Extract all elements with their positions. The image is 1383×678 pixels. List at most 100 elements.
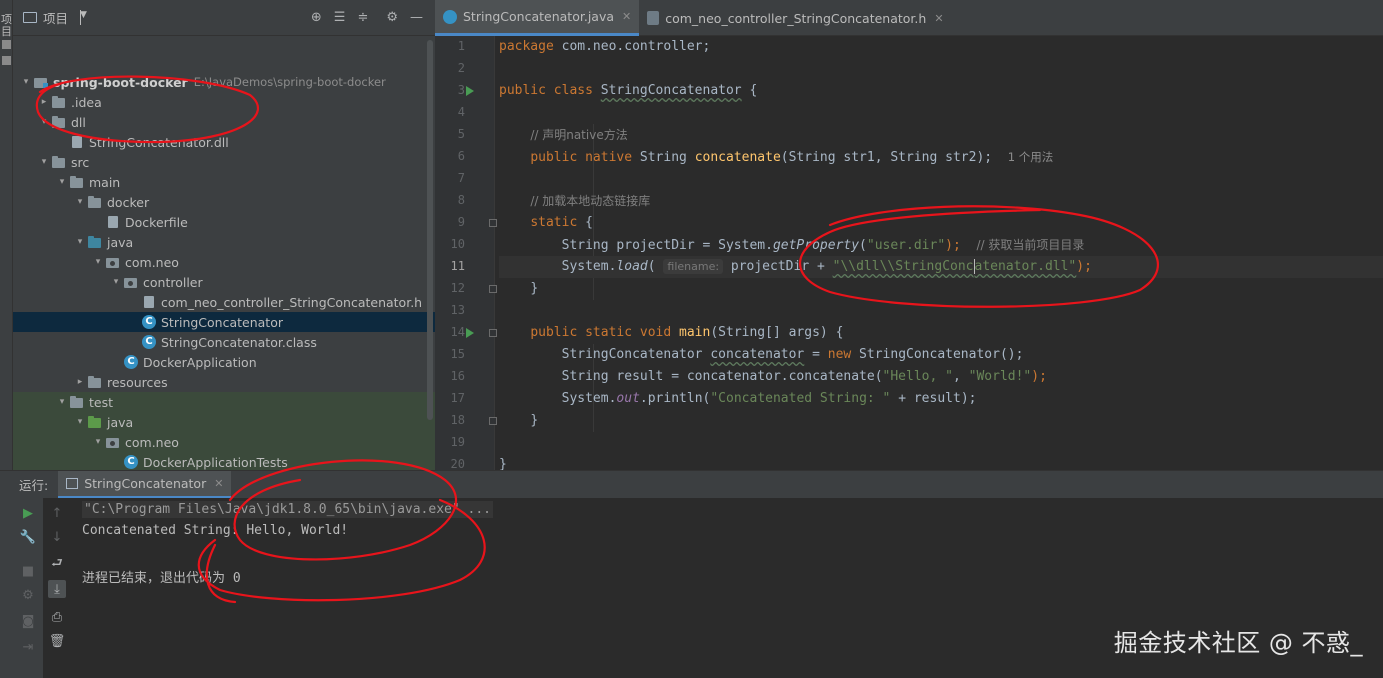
- tree-item[interactable]: ▾ com.neo: [13, 432, 435, 452]
- code-line-12: }: [530, 281, 539, 296]
- soft-wrap-icon[interactable]: ⮐: [48, 556, 66, 574]
- close-icon[interactable]: ✕: [622, 10, 631, 23]
- exit-icon[interactable]: ⇥: [19, 638, 37, 656]
- project-panel-title[interactable]: 项目: [43, 8, 68, 27]
- tree-item[interactable]: ▸ .idea: [13, 92, 435, 112]
- tree-item-label: dll: [71, 114, 86, 130]
- tree-item[interactable]: ▾ src: [13, 152, 435, 172]
- chevron-right-icon[interactable]: ▸: [73, 377, 87, 387]
- fold-icon[interactable]: [489, 285, 497, 293]
- tree-item[interactable]: DockerApplicationTests: [13, 452, 435, 470]
- bookmarks-tool-icon[interactable]: [2, 56, 11, 65]
- java-class-icon: [443, 9, 457, 24]
- tree-item[interactable]: StringConcatenator: [13, 312, 435, 332]
- usage-count-hint[interactable]: 1 个用法: [1008, 150, 1053, 164]
- collapse-all-icon[interactable]: ≑: [357, 10, 368, 25]
- run-tab[interactable]: StringConcatenator ✕: [58, 470, 232, 499]
- chevron-right-icon[interactable]: ▸: [37, 97, 51, 107]
- tree-item[interactable]: Dockerfile: [13, 212, 435, 232]
- chevron-down-icon[interactable]: ▼: [80, 10, 87, 25]
- stop-icon[interactable]: ■: [19, 562, 37, 580]
- fold-icon[interactable]: [489, 329, 497, 337]
- line-number[interactable]: 16: [435, 369, 465, 383]
- line-number[interactable]: 11: [435, 259, 465, 273]
- hide-panel-icon[interactable]: —: [410, 10, 423, 25]
- tree-item-label: resources: [107, 374, 168, 390]
- tree-item[interactable]: ▾ test: [13, 392, 435, 412]
- line-number[interactable]: 4: [435, 105, 465, 119]
- line-number[interactable]: 10: [435, 237, 465, 251]
- chevron-down-icon[interactable]: ▾: [55, 177, 69, 187]
- chevron-down-icon[interactable]: ▾: [73, 197, 87, 207]
- code-line-10: String projectDir = System.getProperty("…: [561, 238, 1085, 253]
- tree-item[interactable]: ▾ controller: [13, 272, 435, 292]
- expand-all-icon[interactable]: ☰: [334, 10, 346, 25]
- gear-icon[interactable]: ⚙: [386, 10, 398, 25]
- arrow-down-icon[interactable]: ↓: [48, 528, 66, 546]
- chevron-down-icon[interactable]: ▾: [91, 437, 105, 447]
- arrow-up-icon[interactable]: ↑: [48, 504, 66, 522]
- project-scrollbar[interactable]: [427, 40, 433, 420]
- run-gutter-icon[interactable]: [466, 86, 474, 96]
- fold-icon[interactable]: [489, 219, 497, 227]
- camera-icon[interactable]: ◙: [19, 612, 37, 630]
- line-number[interactable]: 20: [435, 457, 465, 470]
- chevron-down-icon[interactable]: ▾: [55, 397, 69, 407]
- line-number[interactable]: 18: [435, 413, 465, 427]
- trash-icon[interactable]: 🗑: [48, 632, 66, 650]
- tree-item[interactable]: ▾ spring-boot-docker E:\JavaDemos\spring-b…: [13, 72, 435, 92]
- wrench-icon[interactable]: 🔧: [19, 528, 37, 546]
- tree-item-label: Dockerfile: [125, 214, 188, 230]
- tree-item[interactable]: StringConcatenator.class: [13, 332, 435, 352]
- chevron-down-icon[interactable]: ▾: [73, 417, 87, 427]
- tree-item[interactable]: com_neo_controller_StringConcatenator.h: [13, 292, 435, 312]
- chevron-down-icon[interactable]: ▾: [91, 257, 105, 267]
- chevron-down-icon[interactable]: ▾: [73, 237, 87, 247]
- code-line-5: // 声明native方法: [530, 128, 628, 142]
- camera-icon[interactable]: ⚙: [19, 586, 37, 604]
- tree-item[interactable]: ▾ main: [13, 172, 435, 192]
- close-icon[interactable]: ✕: [214, 477, 223, 490]
- tree-item[interactable]: ▾ java: [13, 412, 435, 432]
- run-config-icon: [66, 477, 79, 489]
- tree-item[interactable]: DockerApplication: [13, 352, 435, 372]
- line-number[interactable]: 3: [435, 83, 465, 97]
- tree-item[interactable]: ▸ resources: [13, 372, 435, 392]
- line-number[interactable]: 15: [435, 347, 465, 361]
- line-number[interactable]: 7: [435, 171, 465, 185]
- scroll-to-end-icon[interactable]: ⤓: [48, 580, 66, 598]
- chevron-down-icon[interactable]: ▾: [109, 277, 123, 287]
- tree-item[interactable]: ▾ com.neo: [13, 252, 435, 272]
- rerun-icon[interactable]: ▶: [19, 504, 37, 522]
- close-icon[interactable]: ✕: [934, 12, 943, 25]
- editor-tab[interactable]: StringConcatenator.java ✕: [435, 0, 640, 36]
- project-tool-label[interactable]: 项目: [0, 14, 13, 38]
- line-number[interactable]: 17: [435, 391, 465, 405]
- chevron-down-icon[interactable]: ▾: [19, 77, 33, 87]
- tree-item[interactable]: ▾ dll: [13, 112, 435, 132]
- code-editor[interactable]: 1 2 3 4 5 6 7 8 9 10 11 12 13 14 15 16 17 18 19 20 package …: [435, 36, 1383, 470]
- tree-item[interactable]: ▾ java: [13, 232, 435, 252]
- line-number[interactable]: 1: [435, 39, 465, 53]
- structure-tool-icon[interactable]: [2, 40, 11, 49]
- line-number[interactable]: 8: [435, 193, 465, 207]
- project-path: E:\JavaDemos\spring-boot-docker: [193, 75, 386, 89]
- code-area[interactable]: package com.neo.controller; public class…: [499, 36, 1383, 470]
- line-number[interactable]: 2: [435, 61, 465, 75]
- print-icon[interactable]: ⎙: [48, 608, 66, 626]
- line-number[interactable]: 14: [435, 325, 465, 339]
- chevron-down-icon[interactable]: ▾: [37, 157, 51, 167]
- tree-item[interactable]: StringConcatenator.dll: [13, 132, 435, 152]
- fold-icon[interactable]: [489, 417, 497, 425]
- chevron-down-icon[interactable]: ▾: [37, 117, 51, 127]
- locate-icon[interactable]: ⊕: [311, 10, 322, 25]
- tree-item[interactable]: ▾ docker: [13, 192, 435, 212]
- line-number[interactable]: 19: [435, 435, 465, 449]
- line-number[interactable]: 6: [435, 149, 465, 163]
- editor-tab[interactable]: com_neo_controller_StringConcatenator.h ✕: [639, 0, 951, 36]
- run-gutter-icon[interactable]: [466, 328, 474, 338]
- line-number[interactable]: 5: [435, 127, 465, 141]
- line-number[interactable]: 13: [435, 303, 465, 317]
- line-number[interactable]: 9: [435, 215, 465, 229]
- line-number[interactable]: 12: [435, 281, 465, 295]
